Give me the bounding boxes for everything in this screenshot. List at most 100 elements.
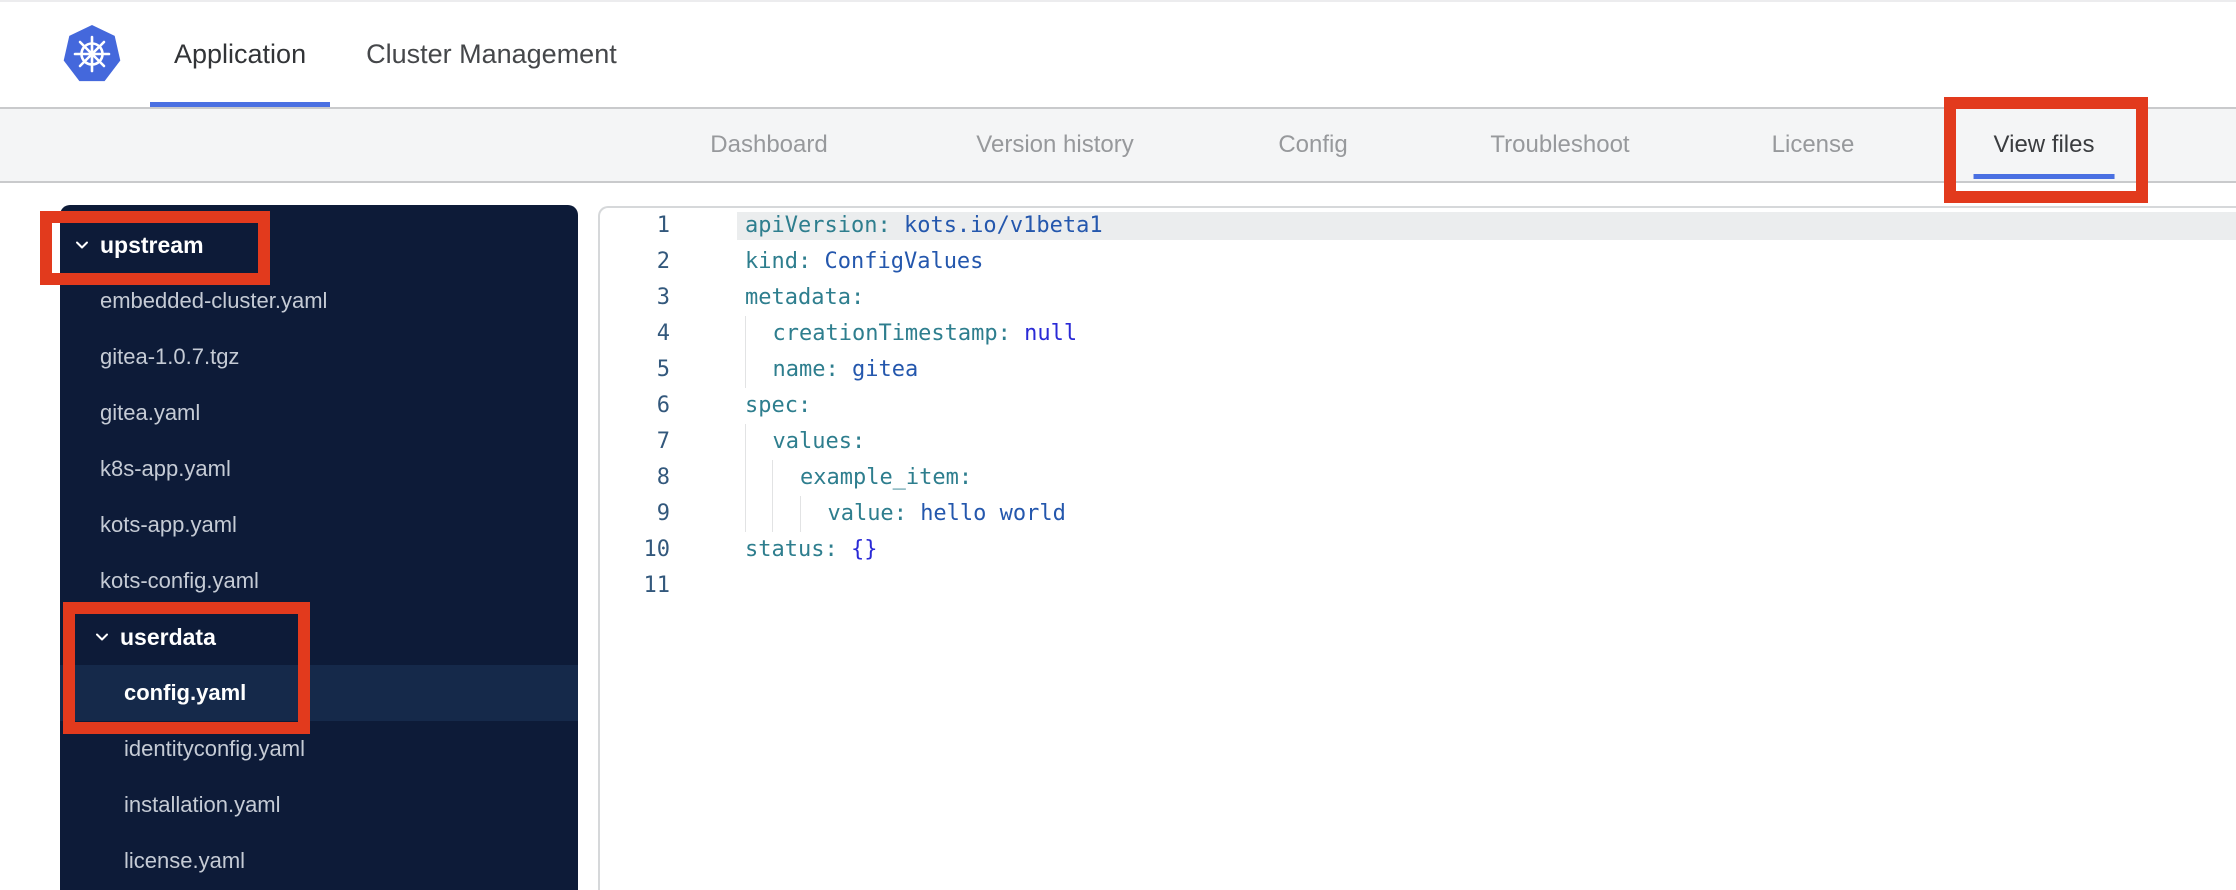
code-text: creationTimestamp: null — [700, 316, 2236, 352]
line-number: 9 — [656, 501, 670, 526]
tree-file-identityconfig.yaml[interactable]: identityconfig.yaml — [60, 721, 578, 777]
tree-item-label: kots-app.yaml — [100, 512, 237, 537]
code-line-content: value: hello world — [827, 500, 2236, 528]
yaml-colon: : — [893, 501, 907, 526]
code-text: spec: — [700, 388, 2236, 424]
code-text: apiVersion: kots.io/v1beta1 — [737, 208, 2236, 244]
yaml-value: null — [1024, 321, 1078, 346]
tree-item-label: gitea-1.0.7.tgz — [100, 344, 240, 369]
tree-item-label: userdata — [120, 623, 216, 650]
yaml-key: kind — [745, 249, 798, 274]
header-tabs: Application Cluster Management — [150, 2, 641, 107]
yaml-key: value — [827, 501, 894, 526]
line-number: 3 — [656, 285, 670, 310]
nav-tab-view-files[interactable]: View files — [1973, 109, 2115, 181]
code-text — [700, 568, 2236, 604]
nav-tab-config[interactable]: Config — [1278, 109, 1347, 181]
tree-file-gitea.yaml[interactable]: gitea.yaml — [60, 385, 578, 441]
tree-file-k8s-app.yaml[interactable]: k8s-app.yaml — [60, 441, 578, 497]
code-line-content: name: gitea — [772, 356, 2236, 384]
code-line-10[interactable]: 10 status: {} — [600, 532, 2236, 568]
line-number: 2 — [656, 249, 670, 274]
yaml-colon: : — [850, 285, 865, 310]
yaml-colon: : — [851, 429, 866, 454]
kots-admin-console: Application Cluster Management Dashboard V… — [0, 0, 2236, 890]
tree-file-embedded-cluster.yaml[interactable]: embedded-cluster.yaml — [60, 273, 578, 329]
code-text: example_item: — [700, 460, 2236, 496]
tree-file-kots-config.yaml[interactable]: kots-config.yaml — [60, 553, 578, 609]
header-tab-label: Application — [174, 39, 307, 69]
yaml-key: example_item — [799, 465, 959, 490]
code-line-1[interactable]: 1 apiVersion: kots.io/v1beta1 — [600, 208, 2236, 244]
tree-file-gitea-1.0.7.tgz[interactable]: gitea-1.0.7.tgz — [60, 329, 578, 385]
chevron-down-icon — [73, 236, 91, 254]
code-line-11[interactable]: 11 — [600, 568, 2236, 604]
tree-item-label: upstream — [100, 231, 204, 258]
yaml-colon: : — [825, 357, 839, 382]
code-line-6[interactable]: 6 spec: — [600, 388, 2236, 424]
yaml-key: creationTimestamp — [772, 321, 998, 346]
code-line-content: metadata: — [745, 284, 2236, 312]
code-line-9[interactable]: 9 value: hello world — [600, 496, 2236, 532]
indent-guide — [799, 496, 827, 532]
code-text: kind: ConfigValues — [700, 244, 2236, 280]
yaml-colon: : — [958, 465, 973, 490]
nav-tab-dashboard[interactable]: Dashboard — [710, 109, 827, 181]
tree-item-label: k8s-app.yaml — [100, 456, 231, 481]
yaml-key: name — [772, 357, 826, 382]
code-line-3[interactable]: 3 metadata: — [600, 280, 2236, 316]
code-line-content: example_item: — [800, 464, 2236, 492]
indent-guide — [772, 460, 799, 496]
header-tab-application[interactable]: Application — [150, 2, 331, 107]
file-tree-sidebar: upstream embedded-cluster.yaml gitea-1.0.7… — [60, 205, 578, 890]
yaml-key: status — [745, 537, 825, 562]
tree-item-label: identityconfig.yaml — [124, 736, 305, 761]
line-number: 5 — [656, 357, 670, 382]
code-text: metadata: — [700, 280, 2236, 316]
code-line-content — [745, 572, 2236, 600]
tree-file-installation.yaml[interactable]: installation.yaml — [60, 777, 578, 833]
yaml-value: ConfigValues — [824, 249, 984, 274]
code-text: name: gitea — [700, 352, 2236, 388]
tree-folder-userdata[interactable]: userdata — [60, 609, 578, 665]
code-line-5[interactable]: 5 name: gitea — [600, 352, 2236, 388]
tree-item-label: config.yaml — [124, 680, 247, 705]
header-tab-cluster-management[interactable]: Cluster Management — [342, 2, 641, 107]
tree-file-license.yaml[interactable]: license.yaml — [60, 833, 578, 889]
code-line-4[interactable]: 4 creationTimestamp: null — [600, 316, 2236, 352]
nav-tab-troubleshoot[interactable]: Troubleshoot — [1490, 109, 1629, 181]
yaml-key: spec — [745, 393, 798, 418]
yaml-value: {} — [850, 537, 878, 562]
kubernetes-logo-icon — [62, 24, 122, 86]
nav-tab-version-history[interactable]: Version history — [976, 109, 1133, 181]
indent-guide — [772, 496, 799, 532]
yaml-colon: : — [997, 321, 1011, 346]
code-line-7[interactable]: 7 values: — [600, 424, 2236, 460]
yaml-value: hello world — [920, 501, 1066, 526]
indent-guide — [745, 424, 772, 460]
code-line-content: kind: ConfigValues — [745, 248, 2236, 276]
indent-guide — [745, 496, 772, 532]
indent-guide — [745, 316, 772, 352]
file-content-editor[interactable]: 1 apiVersion: kots.io/v1beta1 2 kind: Confi… — [598, 206, 2236, 890]
tree-file-kots-app.yaml[interactable]: kots-app.yaml — [60, 497, 578, 553]
tree-item-label: installation.yaml — [124, 792, 281, 817]
header-tab-label: Cluster Management — [366, 39, 617, 69]
nav-tab-license[interactable]: License — [1772, 109, 1855, 181]
tree-item-label: kots-config.yaml — [100, 568, 259, 593]
line-number: 7 — [656, 429, 670, 454]
code-line-content: values: — [772, 428, 2236, 456]
code-line-8[interactable]: 8 example_item: — [600, 460, 2236, 496]
app-subnav: Dashboard Version history Config Troublesho… — [0, 107, 2236, 183]
tree-file-config.yaml[interactable]: config.yaml — [60, 665, 578, 721]
yaml-value: kots.io/v1beta1 — [903, 213, 1103, 238]
code-line-content: status: {} — [745, 536, 2236, 564]
yaml-colon: : — [877, 213, 891, 238]
line-number: 11 — [643, 573, 671, 598]
code-line-content: apiVersion: kots.io/v1beta1 — [737, 212, 2236, 240]
code-line-2[interactable]: 2 kind: ConfigValues — [600, 244, 2236, 280]
tree-folder-upstream[interactable]: upstream — [60, 217, 578, 273]
yaml-value: gitea — [851, 357, 919, 382]
tree-item-label: embedded-cluster.yaml — [100, 288, 328, 313]
code-text: values: — [700, 424, 2236, 460]
